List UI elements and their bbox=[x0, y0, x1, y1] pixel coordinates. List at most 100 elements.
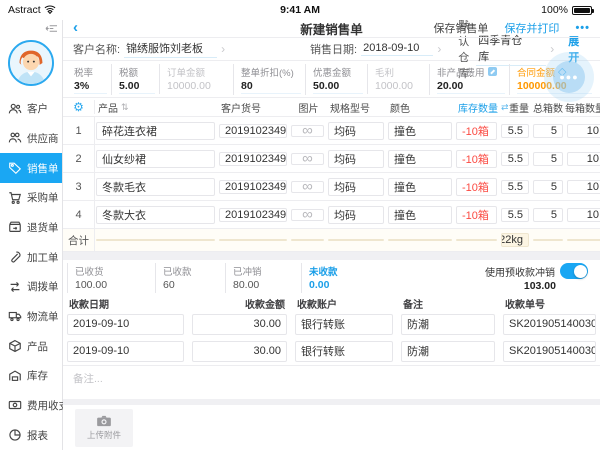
sidebar-item-products[interactable]: 产品 bbox=[0, 331, 62, 361]
sidebar-item-reports[interactable]: 报表 bbox=[0, 420, 62, 450]
boxes-cell[interactable]: 5 bbox=[533, 208, 563, 222]
floating-assistive-button[interactable]: ●●● bbox=[544, 52, 594, 102]
payment-note-cell[interactable]: 防潮 bbox=[401, 314, 495, 335]
payment-row: 2019-09-10 30.00 银行转账 防潮 SK201905140030 bbox=[63, 338, 600, 365]
discount-percent-field[interactable]: 整单折扣(%) 80 bbox=[233, 64, 305, 95]
weight-cell[interactable]: 5.5 bbox=[501, 124, 529, 138]
col-payment-number: 收款单号 bbox=[499, 296, 551, 311]
payment-date-cell[interactable]: 2019-09-10 bbox=[67, 341, 184, 362]
payment-note-cell[interactable]: 防潮 bbox=[401, 341, 495, 362]
per-box-cell[interactable]: 10 bbox=[567, 208, 600, 222]
per-box-cell[interactable]: 10 bbox=[567, 152, 600, 166]
floating-button-dots-icon: ●●● bbox=[553, 61, 585, 93]
discount-amount-field[interactable]: 优惠金额 50.00 bbox=[305, 64, 367, 95]
received-payment-value: 60 bbox=[163, 279, 217, 292]
payment-account-cell[interactable]: 银行转账 bbox=[295, 314, 393, 335]
spec-cell[interactable]: 均码 bbox=[328, 178, 384, 196]
sidebar-item-purchase-orders[interactable]: 采购单 bbox=[0, 183, 62, 213]
customer-sku-cell[interactable]: 201910234987 bbox=[219, 208, 287, 222]
product-image-placeholder-icon[interactable]: ∞ bbox=[291, 153, 324, 165]
tax-rate-value[interactable]: 3% bbox=[74, 80, 107, 94]
product-name-cell[interactable]: 冬款毛衣 bbox=[96, 178, 215, 196]
non-product-fee-field[interactable]: 非产品费用 20.00 bbox=[429, 64, 509, 95]
discount-percent-value[interactable]: 80 bbox=[241, 80, 301, 94]
product-image-placeholder-icon[interactable]: ∞ bbox=[291, 125, 324, 137]
save-order-button[interactable]: 保存销售单 bbox=[433, 20, 488, 36]
payment-number-cell[interactable]: SK201905140030 bbox=[503, 341, 596, 362]
sale-date-value[interactable]: 2018-09-10 bbox=[361, 42, 433, 56]
sale-date-field[interactable]: 销售日期: 2018-09-10 › bbox=[310, 41, 458, 57]
payment-amount-cell[interactable]: 30.00 bbox=[192, 314, 287, 335]
boxes-cell[interactable]: 5 bbox=[533, 152, 563, 166]
per-box-cell[interactable]: 10 bbox=[567, 180, 600, 194]
col-stock[interactable]: 库存数量 bbox=[455, 100, 501, 115]
sidebar-item-customers[interactable]: 客户 bbox=[0, 94, 62, 124]
customer-name-field[interactable]: 客户名称: 锦绣服饰刘老板 › bbox=[73, 40, 310, 58]
tax-amount-field[interactable]: 税额 5.00 bbox=[111, 64, 159, 95]
save-and-print-button[interactable]: 保存并打印 bbox=[504, 20, 559, 36]
collapse-sidebar-icon[interactable] bbox=[45, 23, 58, 34]
per-box-cell[interactable]: 10 bbox=[567, 124, 600, 138]
chevron-right-icon: › bbox=[437, 42, 441, 56]
sidebar-item-transfer-orders[interactable]: 调拨单 bbox=[0, 272, 62, 302]
sidebar-item-returns[interactable]: 退货单 bbox=[0, 213, 62, 243]
column-settings-gear-icon[interactable]: ⚙ bbox=[73, 100, 84, 114]
customer-sku-cell[interactable]: 201910234987 bbox=[219, 124, 287, 138]
sidebar-item-processing-orders[interactable]: 加工单 bbox=[0, 242, 62, 272]
col-color: 颜色 bbox=[387, 100, 413, 115]
sidebar-item-finance[interactable]: 费用收支 bbox=[0, 391, 62, 421]
tax-rate-field[interactable]: 税率 3% bbox=[67, 64, 111, 95]
col-payment-account: 收款账户 bbox=[291, 296, 343, 311]
more-actions-button[interactable]: ••• bbox=[575, 22, 590, 34]
color-cell[interactable]: 撞色 bbox=[388, 122, 452, 140]
order-notes-input[interactable] bbox=[73, 371, 590, 394]
customer-sku-cell[interactable]: 201910234987 bbox=[219, 180, 287, 194]
customer-name-value[interactable]: 锦绣服饰刘老板 bbox=[124, 40, 217, 58]
sidebar-item-suppliers[interactable]: 供应商 bbox=[0, 124, 62, 154]
color-cell[interactable]: 撞色 bbox=[388, 178, 452, 196]
pie-chart-icon bbox=[8, 428, 22, 442]
sidebar-item-logistics-orders[interactable]: 物流单 bbox=[0, 302, 62, 332]
return-box-icon bbox=[8, 220, 22, 234]
tax-amount-value[interactable]: 5.00 bbox=[119, 80, 155, 94]
discount-amount-value[interactable]: 50.00 bbox=[313, 80, 363, 94]
customer-sku-cell[interactable]: 201910234987 bbox=[219, 152, 287, 166]
payment-date-cell[interactable]: 2019-09-10 bbox=[67, 314, 184, 335]
color-cell[interactable]: 撞色 bbox=[388, 206, 452, 224]
user-avatar[interactable] bbox=[8, 40, 54, 86]
non-product-fee-value[interactable]: 20.00 bbox=[437, 80, 505, 94]
col-product[interactable]: 产品 bbox=[95, 100, 121, 115]
suppliers-icon bbox=[8, 131, 22, 145]
boxes-cell[interactable]: 5 bbox=[533, 180, 563, 194]
col-image: 图片 bbox=[296, 100, 322, 115]
attachment-section: 上传附件 bbox=[63, 405, 600, 450]
weight-cell[interactable]: 5.5 bbox=[501, 180, 529, 194]
boxes-cell[interactable]: 5 bbox=[533, 124, 563, 138]
product-name-cell[interactable]: 仙女纱裙 bbox=[96, 150, 215, 168]
sort-icon[interactable]: ⇅ bbox=[121, 102, 129, 113]
product-image-placeholder-icon[interactable]: ∞ bbox=[291, 181, 324, 193]
received-goods-label: 已收货 bbox=[75, 264, 147, 278]
payment-number-cell[interactable]: SK201905140030 bbox=[503, 314, 596, 335]
spec-cell[interactable]: 均码 bbox=[328, 206, 384, 224]
color-cell[interactable]: 撞色 bbox=[388, 150, 452, 168]
product-name-cell[interactable]: 冬款大衣 bbox=[96, 206, 215, 224]
fee-edit-badge-icon[interactable] bbox=[488, 67, 497, 76]
product-name-cell[interactable]: 碎花连衣裙 bbox=[96, 122, 215, 140]
unpaid-field: 未收款 0.00 bbox=[301, 263, 377, 293]
product-image-placeholder-icon[interactable]: ∞ bbox=[291, 209, 324, 221]
advance-offset-toggle[interactable] bbox=[560, 263, 588, 279]
upload-attachment-button[interactable]: 上传附件 bbox=[75, 409, 133, 447]
payment-account-cell[interactable]: 银行转账 bbox=[295, 341, 393, 362]
spec-cell[interactable]: 均码 bbox=[328, 122, 384, 140]
payment-table-header: 收款日期 收款金额 收款账户 备注 收款单号 bbox=[63, 296, 600, 311]
product-row: 2 仙女纱裙 201910234987 ∞ 均码 撞色 -10箱 5.5 5 1… bbox=[63, 145, 600, 173]
weight-cell[interactable]: 5.5 bbox=[501, 152, 529, 166]
payment-amount-cell[interactable]: 30.00 bbox=[192, 341, 287, 362]
sidebar-item-inventory[interactable]: 库存 bbox=[0, 361, 62, 391]
stock-cell: -10箱 bbox=[456, 150, 497, 168]
stock-cell: -10箱 bbox=[456, 206, 497, 224]
weight-cell[interactable]: 5.5 bbox=[501, 208, 529, 222]
spec-cell[interactable]: 均码 bbox=[328, 150, 384, 168]
sidebar-item-sales-orders[interactable]: 销售单 bbox=[0, 153, 62, 183]
